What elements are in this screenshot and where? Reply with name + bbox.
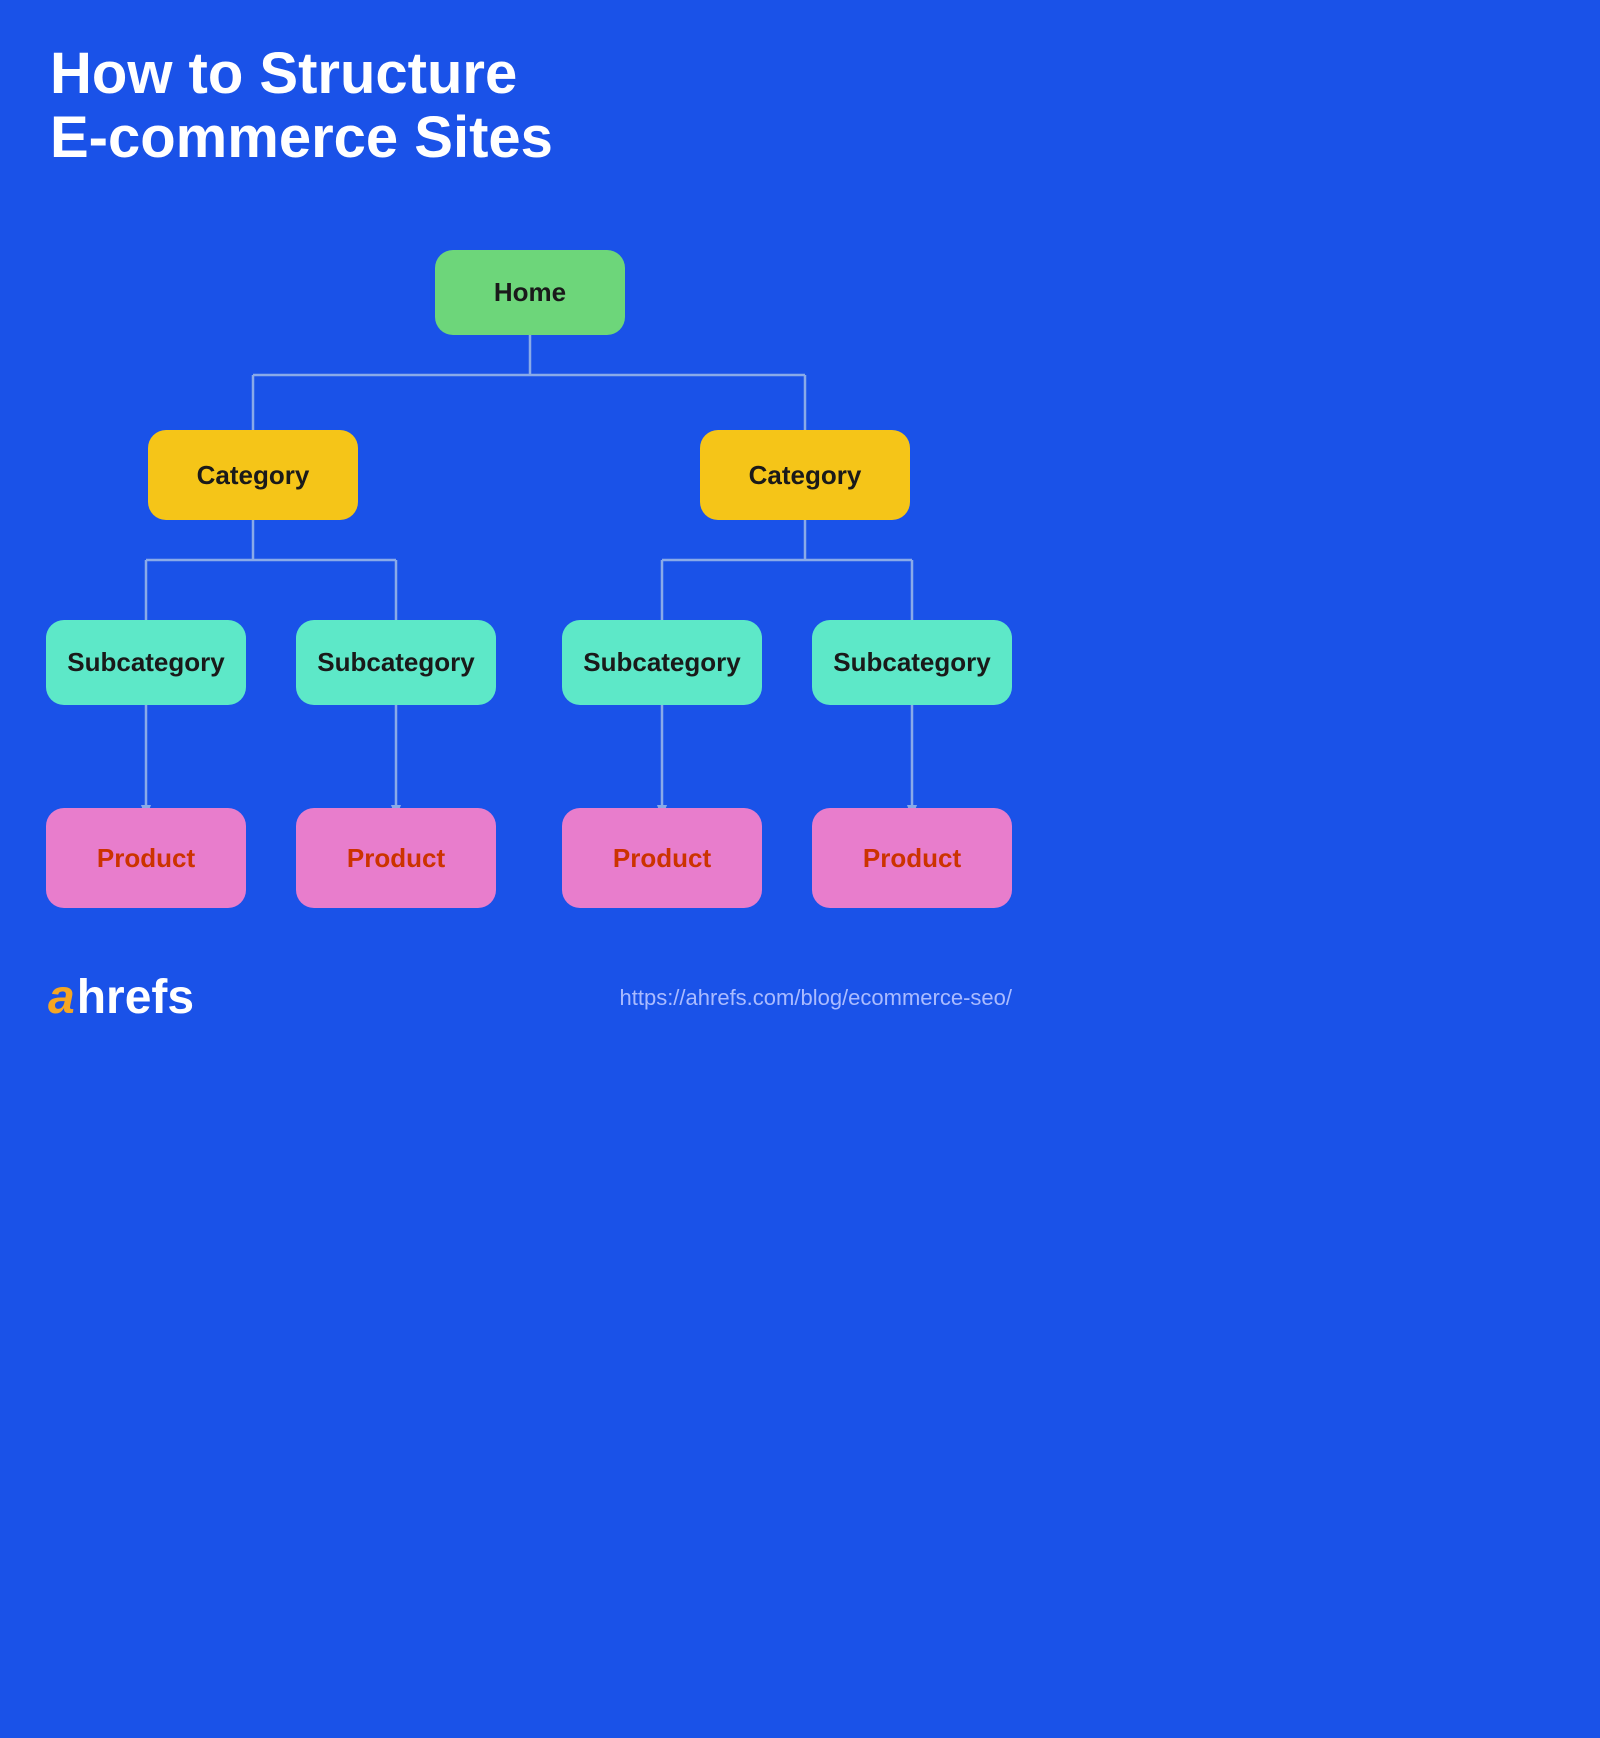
ahrefs-logo: a hrefs bbox=[48, 974, 194, 1022]
footer-url: https://ahrefs.com/blog/ecommerce-seo/ bbox=[620, 985, 1013, 1011]
category-left-node: Category bbox=[148, 430, 358, 520]
category-right-node: Category bbox=[700, 430, 910, 520]
product-3-node: Product bbox=[562, 808, 762, 908]
product-4-node: Product bbox=[812, 808, 1012, 908]
ahrefs-logo-a: a bbox=[48, 974, 75, 1022]
subcategory-4-node: Subcategory bbox=[812, 620, 1012, 705]
footer: a hrefs https://ahrefs.com/blog/ecommerc… bbox=[0, 974, 1060, 1022]
subcategory-1-node: Subcategory bbox=[46, 620, 246, 705]
subcategory-2-node: Subcategory bbox=[296, 620, 496, 705]
main-title: How to Structure E-commerce Sites bbox=[50, 42, 650, 170]
home-node: Home bbox=[435, 250, 625, 335]
ahrefs-logo-text: hrefs bbox=[77, 974, 194, 1022]
diagram: Home Category Category Subcategory Subca… bbox=[0, 230, 1060, 950]
subcategory-3-node: Subcategory bbox=[562, 620, 762, 705]
product-1-node: Product bbox=[46, 808, 246, 908]
product-2-node: Product bbox=[296, 808, 496, 908]
